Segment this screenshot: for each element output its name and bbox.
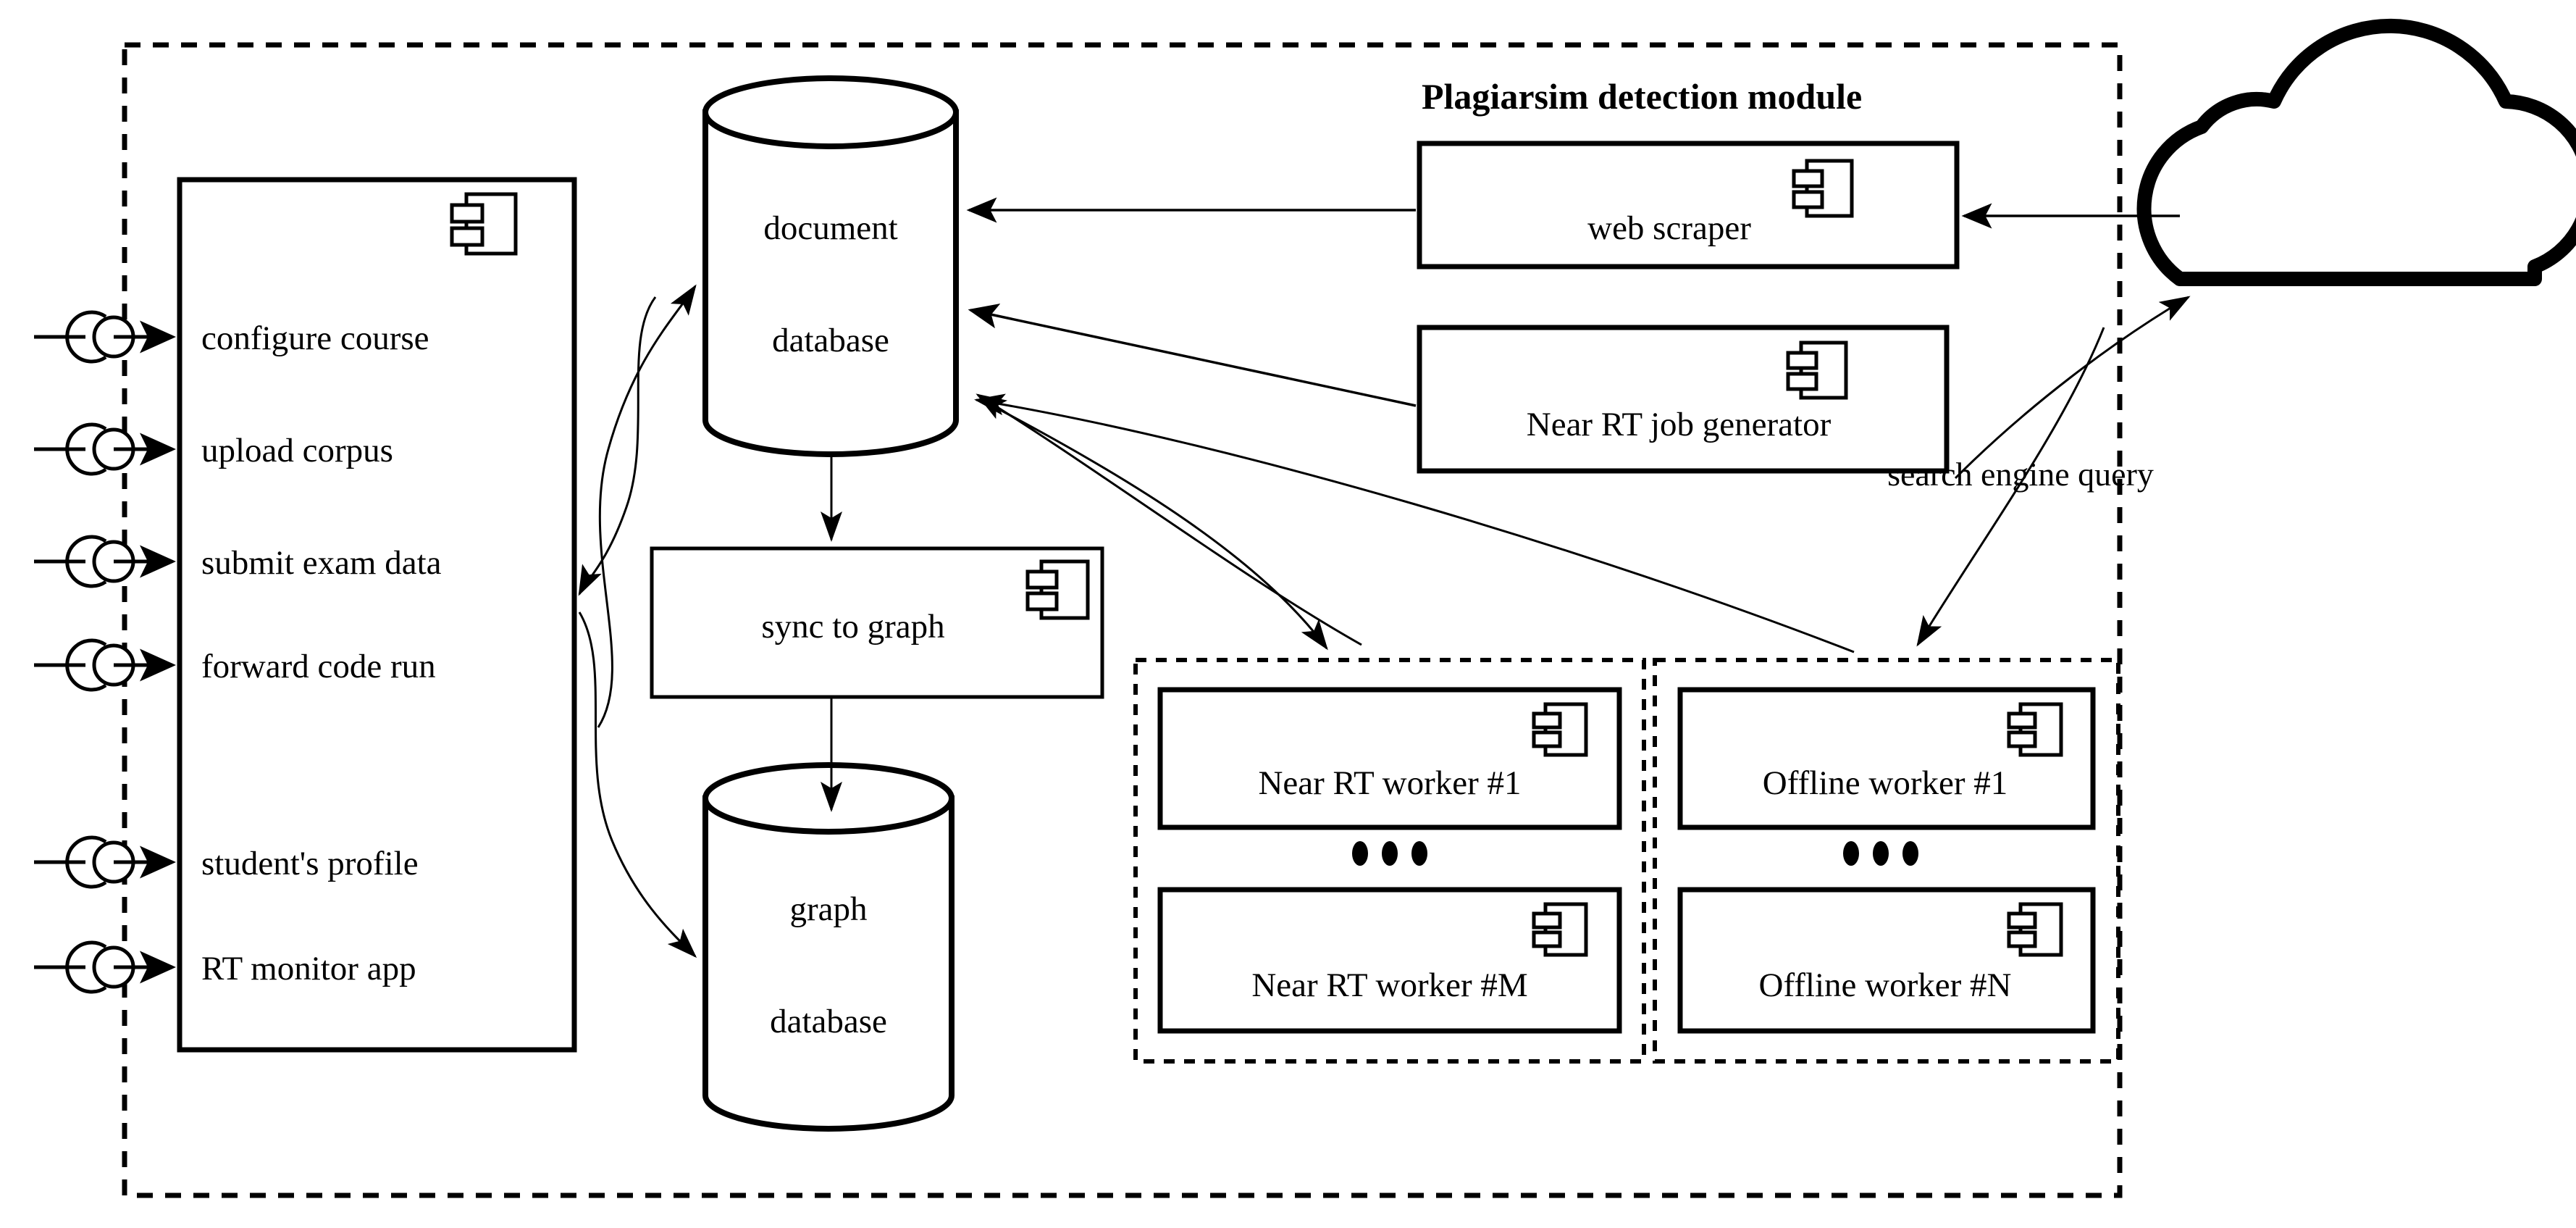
interface-label-forward-code-run: forward code run <box>201 648 436 685</box>
near-rt-worker-1-label: Near RT worker #1 <box>1258 764 1521 802</box>
interface-label-configure-course: configure course <box>201 319 429 357</box>
web-scraper[interactable] <box>1417 141 1960 270</box>
ball-socket-interface-icon-3[interactable] <box>34 535 176 588</box>
graphdb-label-line2: database <box>770 1003 887 1040</box>
interface-label-upload-corpus: upload corpus <box>201 432 393 469</box>
ball-socket-interface-icon-2[interactable] <box>34 422 176 476</box>
web-scraper-label: web scraper <box>1587 209 1751 247</box>
ball-socket-interface-icon-5[interactable] <box>34 835 176 889</box>
graphdb-label-line1: graph <box>789 890 867 928</box>
offline-worker-n-label: Offline worker #N <box>1759 966 2012 1004</box>
near-rt-job-generator[interactable] <box>1417 325 1950 474</box>
internet-cloud[interactable] <box>2136 18 2576 286</box>
docdb-label-line2: database <box>772 322 889 359</box>
offline-ellipsis-icon <box>1843 841 1918 866</box>
edge-label-search-engine-query: search engine query <box>1887 456 2154 493</box>
ball-socket-interface-icon-6[interactable] <box>34 940 176 994</box>
interface-label-rt-monitor-app: RT monitor app <box>201 950 416 987</box>
page-title: Plagiarsim detection module <box>1422 76 1862 117</box>
sync-to-graph-label: sync to graph <box>761 608 944 646</box>
near-rt-job-generator-label: Near RT job generator <box>1527 406 1832 443</box>
interface-label-students-profile: student's profile <box>201 845 419 882</box>
edge-docdb-to-component <box>578 296 657 596</box>
edge-query-to-cloud <box>1954 296 2191 480</box>
document-database[interactable] <box>702 75 959 457</box>
edge-jobgen-to-docdb <box>968 303 1417 407</box>
near-rt-worker-m-label: Near RT worker #M <box>1251 966 1527 1004</box>
interface-label-submit-exam-data: submit exam data <box>201 544 442 582</box>
ball-socket-interface-icon-4[interactable] <box>34 638 176 692</box>
diagram-canvas: Plagiarsim detection module configure co… <box>34 18 2576 1198</box>
near-rt-ellipsis-icon <box>1352 841 1427 866</box>
graph-database[interactable] <box>702 762 955 1132</box>
main-system-component[interactable] <box>177 177 577 1053</box>
ball-socket-interface-icon-1[interactable] <box>34 310 176 364</box>
offline-worker-1-label: Offline worker #1 <box>1763 764 2007 802</box>
docdb-label-line1: document <box>763 209 897 247</box>
uml-component-diagram: Plagiarsim detection module configure co… <box>0 0 2576 1228</box>
